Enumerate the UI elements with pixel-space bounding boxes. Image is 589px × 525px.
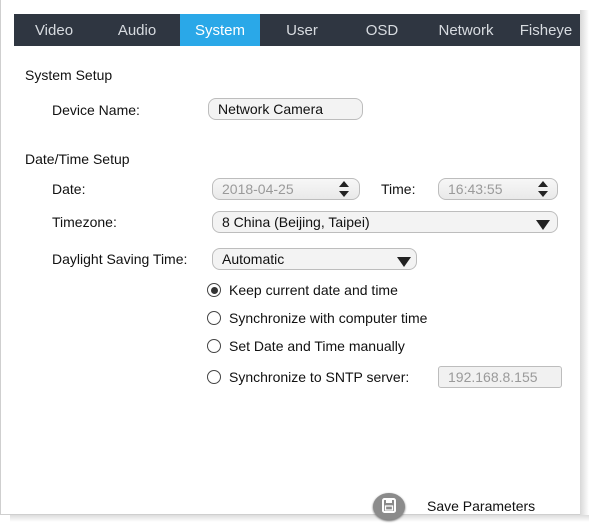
radio-button[interactable] [207,339,221,353]
radio-option-sync-sntp[interactable]: Synchronize to SNTP server: [207,367,409,387]
tab-network[interactable]: Network [420,14,512,46]
device-name-label: Device Name: [52,102,140,118]
radio-option-set-manually[interactable]: Set Date and Time manually [207,336,405,356]
radio-button[interactable] [207,370,221,384]
time-spinner-icon[interactable] [538,181,548,197]
date-spinner-icon[interactable] [339,181,349,197]
radio-button[interactable] [207,283,221,297]
dst-label: Daylight Saving Time: [52,251,188,267]
radio-label: Keep current date and time [229,282,398,298]
dst-select[interactable]: Automatic [212,248,417,270]
tab-video[interactable]: Video [14,14,94,46]
date-label: Date: [52,181,86,197]
panel-shadow-bottom [10,515,589,522]
dst-dropdown-arrow-icon[interactable] [397,254,411,267]
radio-option-keep-current[interactable]: Keep current date and time [207,280,398,300]
tab-audio[interactable]: Audio [94,14,180,46]
radio-label: Synchronize with computer time [229,310,428,326]
radio-label: Set Date and Time manually [229,338,405,354]
time-label: Time: [381,181,416,197]
device-name-input[interactable]: Network Camera [208,98,363,120]
save-parameters-button[interactable]: Save Parameters [427,498,535,514]
radio-button[interactable] [207,311,221,325]
sntp-server-input[interactable]: 192.168.8.155 [438,366,562,388]
radio-label: Synchronize to SNTP server: [229,369,410,385]
timezone-select[interactable]: 8 China (Beijing, Taipei) [212,211,558,233]
tab-user[interactable]: User [260,14,344,46]
timezone-dropdown-arrow-icon[interactable] [536,217,550,230]
datetime-setup-heading: Date/Time Setup [25,151,130,167]
system-setup-heading: System Setup [25,67,113,83]
floppy-disk-icon[interactable] [373,493,405,520]
panel-shadow-right [580,10,589,522]
tab-fisheye[interactable]: Fisheye [512,14,580,46]
tab-osd[interactable]: OSD [344,14,420,46]
date-input[interactable]: 2018-04-25 [212,178,360,200]
radio-option-sync-computer[interactable]: Synchronize with computer time [207,308,427,328]
tab-system[interactable]: System [180,14,260,46]
tab-bar: Video Audio System User OSD Network Fish… [14,14,580,46]
timezone-label: Timezone: [52,214,117,230]
